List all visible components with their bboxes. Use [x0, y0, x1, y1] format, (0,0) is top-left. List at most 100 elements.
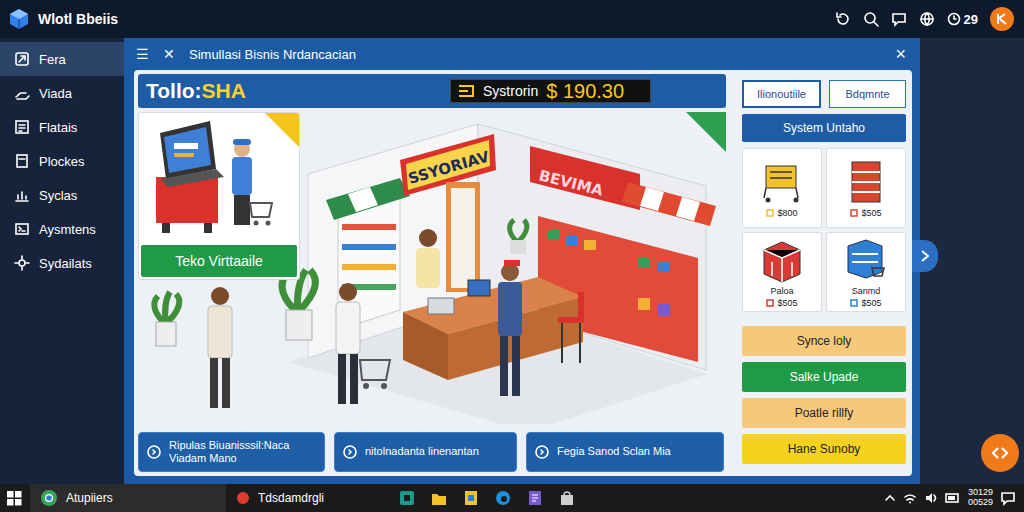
store-header: Tollo:SHASystrorin$ 190.30 [138, 74, 726, 108]
terminal-icon[interactable] [398, 489, 416, 507]
assistant-icon[interactable] [981, 434, 1019, 472]
simulation-window: ☰ ✕ Simullasi Bisnis Nrdancacian × Tollo:SHA… [124, 38, 920, 484]
circle-info-icon [343, 445, 357, 459]
network-icon[interactable] [903, 491, 917, 505]
sidebar-label: Syclas [39, 188, 77, 203]
bottom-button-label: Ripulas Biuanisssil:Naca Viadam Mano [169, 439, 316, 465]
sidebar-item[interactable]: Aysmtens [0, 212, 124, 246]
product-price-row: $505 [850, 208, 881, 218]
time-text: 30129 [968, 488, 993, 498]
windows-start-icon[interactable] [0, 490, 30, 506]
tag-icon [766, 209, 774, 217]
taskbar-label: Tdsdamdrgli [258, 491, 324, 505]
sidebar-label: Viada [39, 86, 72, 101]
bottom-button[interactable]: Fegia Sanod Sclan Mia [526, 432, 724, 472]
action-button[interactable]: Poatle rillfy [742, 398, 906, 428]
back-button[interactable]: ✕ [163, 47, 175, 61]
close-button[interactable]: × [895, 45, 906, 63]
content-panel: Tollo:SHASystrorin$ 190.30SSYORIAVBEVIMA… [134, 70, 912, 476]
tab[interactable]: Ilionoutiile [742, 80, 821, 108]
sidebar-label: Flatais [39, 120, 77, 135]
store-sign: SSYORIAV [406, 147, 491, 187]
search-icon[interactable] [863, 11, 879, 27]
store-icon[interactable] [558, 489, 576, 507]
globe-icon[interactable] [919, 11, 935, 27]
bottom-actions: Ripulas Biuanisssil:Naca Viadam Mano nito… [138, 432, 726, 472]
window-title: Simullasi Bisnis Nrdancacian [189, 47, 356, 62]
notes-icon[interactable] [526, 489, 544, 507]
window-body: Tollo:SHASystrorin$ 190.30SSYORIAVBEVIMA… [124, 70, 920, 484]
product-price-row: $505 [850, 298, 881, 308]
balance-label: Systrorin [483, 83, 538, 99]
sidebar-label: Plockes [39, 154, 85, 169]
product-card[interactable]: $505 [826, 148, 906, 228]
action-button[interactable]: Hane Sunoby [742, 434, 906, 464]
product-card[interactable]: Paloa $505 [742, 232, 822, 312]
virtual-store-card[interactable]: Teko Virttaaile [138, 112, 300, 280]
action-label: Synce loly [797, 334, 852, 348]
bottom-button-label: nitolnadanta linenantan [365, 445, 479, 458]
action-label: Hane Sunoby [788, 442, 861, 456]
user-avatar-icon[interactable] [990, 7, 1014, 31]
store-name-main: Tollo: [146, 79, 202, 102]
product-name: Paloa [770, 286, 793, 296]
action-button[interactable]: Synce loly [742, 326, 906, 356]
clock-text: 29 [964, 12, 978, 27]
sidebar-item[interactable]: Viada [0, 76, 124, 110]
sidebar-item[interactable]: Flatais [0, 110, 124, 144]
tag-icon [850, 209, 858, 217]
system-tray: 3012900529 [884, 488, 1024, 508]
sidebar-item[interactable]: Syclas [0, 178, 124, 212]
folder-icon[interactable] [430, 489, 448, 507]
chevron-up-icon[interactable] [884, 492, 896, 504]
taskbar-item[interactable]: Tdsdamdrgli [226, 484, 386, 512]
menu-button[interactable]: ☰ [136, 47, 149, 61]
bottom-button[interactable]: nitolnadanta linenantan [334, 432, 517, 472]
menu-item-icon [14, 187, 30, 203]
menu-item-icon [14, 255, 30, 271]
menu-item-icon [14, 153, 30, 169]
product-icon [758, 236, 806, 284]
store-name: Tollo:SHA [146, 79, 246, 103]
bottom-button[interactable]: Ripulas Biuanisssil:Naca Viadam Mano [138, 432, 325, 472]
edge-icon[interactable] [494, 489, 512, 507]
system-button[interactable]: System Untaho [742, 114, 906, 142]
menu-item-icon [14, 85, 30, 101]
notification-icon[interactable] [1000, 490, 1016, 506]
expand-arrow-icon[interactable] [912, 240, 938, 272]
tab-bar: Ilionoutiile Bdqmnte [742, 80, 906, 108]
product-icon [758, 158, 806, 206]
sidebar-item[interactable]: Sydailats [0, 246, 124, 280]
sidebar-item[interactable]: Plockes [0, 144, 124, 178]
action-button[interactable]: Salke Upade [742, 362, 906, 392]
product-card[interactable]: $800 [742, 148, 822, 228]
sidebar-item[interactable]: Fera [0, 42, 124, 76]
battery-icon[interactable] [945, 492, 961, 504]
store-name-accent: SHA [202, 79, 246, 102]
tab-label: Ilionoutiile [757, 88, 806, 100]
volume-icon[interactable] [924, 491, 938, 505]
product-price-row: $800 [766, 208, 797, 218]
product-grid: $800$505Paloa$505Sanmd$505 [742, 148, 906, 312]
product-price: $800 [777, 208, 797, 218]
clock-display[interactable]: 3012900529 [968, 488, 993, 508]
clock-icon [947, 12, 961, 26]
action-label: Salke Upade [790, 370, 859, 384]
document-icon[interactable] [462, 489, 480, 507]
store-sign: BEVIMA [537, 166, 605, 199]
browser-icon [40, 489, 58, 507]
side-panel: Ilionoutiile Bdqmnte System Untaho $800 $505… [742, 74, 906, 472]
store-card-label: Teko Virttaaile [141, 245, 297, 277]
sidebar-label: Fera [39, 52, 66, 67]
circle-info-icon [147, 445, 161, 459]
taskbar-item[interactable]: Atupiiers [30, 484, 226, 512]
product-price: $505 [777, 298, 797, 308]
tag-icon [766, 299, 774, 307]
chat-icon[interactable] [891, 11, 907, 27]
product-card[interactable]: Sanmd$505 [826, 232, 906, 312]
tab[interactable]: Bdqmnte [829, 80, 906, 108]
store-scene: SSYORIAV BEVIMA Teko Virttaaile [138, 112, 726, 424]
menu-item-icon [14, 51, 30, 67]
product-icon [842, 158, 890, 206]
refresh-icon[interactable] [835, 11, 851, 27]
